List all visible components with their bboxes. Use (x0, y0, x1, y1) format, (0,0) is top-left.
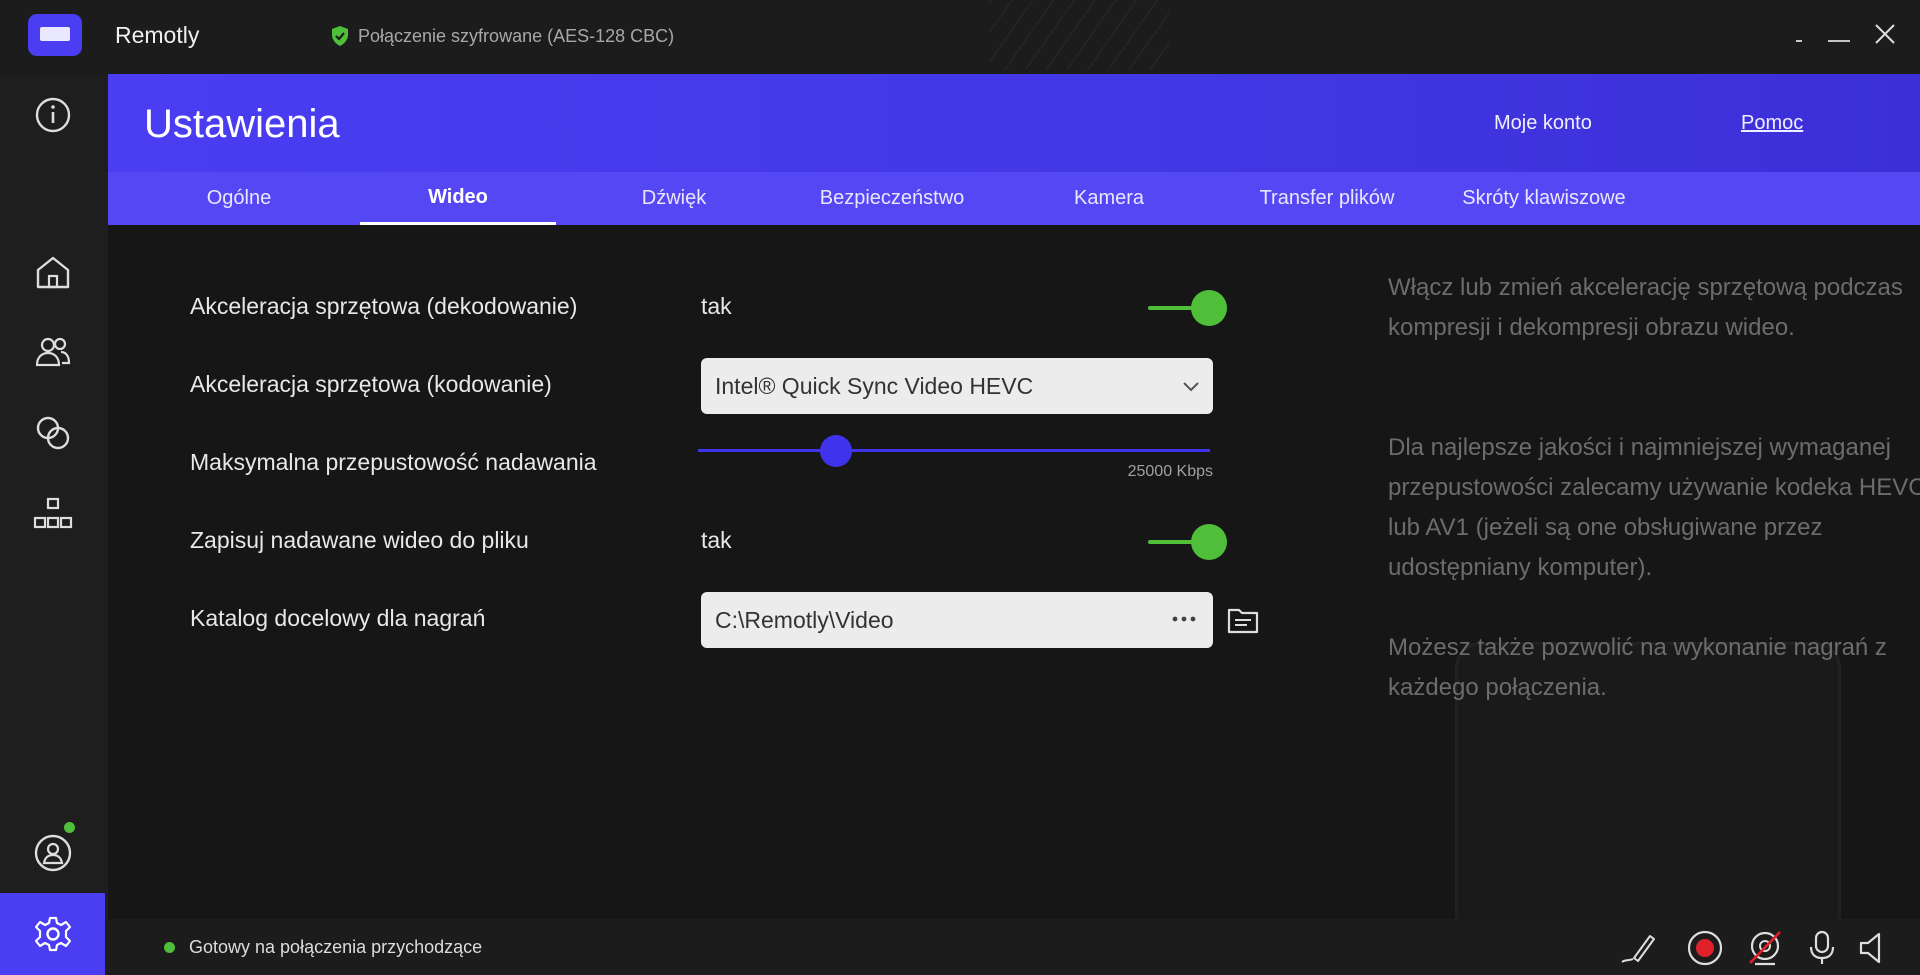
record-to-file-value: tak (701, 527, 732, 553)
help-paragraph-3: Możesz także pozwolić na wykonanie nagra… (1388, 634, 1887, 701)
tab-camera[interactable]: Kamera (1011, 172, 1207, 225)
slider-handle[interactable] (820, 435, 852, 467)
my-account-link[interactable]: Moje konto (1494, 112, 1592, 135)
max-bandwidth-value: 25000 Kbps (1127, 463, 1213, 480)
hw-encode-select[interactable]: Intel® Quick Sync Video HEVC (701, 358, 1213, 414)
minimize-button[interactable] (1780, 14, 1820, 54)
toggle-knob (1191, 290, 1227, 326)
encryption-label: Połączenie szyfrowane (AES-128 CBC) (358, 25, 675, 46)
tab-shortcuts[interactable]: Skróty klawiszowe (1446, 172, 1642, 225)
record-to-file-label: Zapisuj nadawane wideo do pliku (190, 527, 529, 553)
max-bandwidth-label: Maksymalna przepustowość nadawania (190, 449, 597, 475)
tab-file-transfer[interactable]: Transfer plików (1229, 172, 1425, 225)
overlap-circles-icon (36, 416, 69, 450)
nav-groups[interactable] (0, 472, 105, 554)
status-text: Gotowy na połączenia przychodzące (189, 937, 483, 957)
hw-encode-label: Akceleracja sprzętowa (kodowanie) (190, 371, 552, 397)
help-paragraph-2: Dla najlepsze jakości i najmniejszej wym… (1388, 434, 1920, 581)
shield-check-icon (332, 26, 348, 46)
titlebar-decoration (990, 0, 1170, 70)
target-dir-field[interactable]: C:\Remotly\Video (701, 592, 1213, 648)
home-icon (36, 256, 69, 289)
camera-off-icon[interactable] (1745, 928, 1785, 968)
online-status-dot (64, 822, 75, 833)
tab-audio[interactable]: Dźwięk (576, 172, 772, 225)
tab-security[interactable]: Bezpieczeństwo (794, 172, 990, 225)
hw-decode-label: Akceleracja sprzętowa (dekodowanie) (190, 293, 578, 319)
video-settings-panel: Akceleracja sprzętowa (dekodowanie) tak … (108, 225, 1920, 919)
status-bar: Gotowy na połączenia przychodzące (108, 919, 1920, 975)
ready-status-dot (164, 942, 175, 953)
tab-general[interactable]: Ogólne (141, 172, 337, 225)
title-bar: Remotly Połączenie szyfrowane (AES-128 C… (0, 0, 1920, 74)
speaker-icon[interactable] (1855, 928, 1895, 968)
slider-track (698, 449, 1210, 452)
record-to-file-toggle[interactable] (1148, 522, 1228, 562)
tab-video[interactable]: Wideo (360, 172, 556, 225)
hierarchy-icon (33, 497, 72, 529)
hw-encode-selected: Intel® Quick Sync Video HEVC (715, 372, 1034, 399)
page-title: Ustawienia (144, 102, 340, 146)
help-link[interactable]: Pomoc (1741, 112, 1803, 135)
toggle-knob (1191, 524, 1227, 560)
maximize-icon (1828, 40, 1850, 42)
app-logo-icon (28, 14, 82, 56)
microphone-icon[interactable] (1802, 928, 1842, 968)
close-icon (1875, 24, 1895, 44)
hw-decode-toggle[interactable] (1148, 288, 1228, 328)
help-paragraph-1: Włącz lub zmień akcelerację sprzętową po… (1388, 274, 1903, 341)
settings-tabs: Ogólne Wideo Dźwięk Bezpieczeństwo Kamer… (108, 172, 1920, 225)
nav-info[interactable] (0, 74, 105, 156)
target-dir-label: Katalog docelowy dla nagrań (190, 605, 486, 631)
settings-header: Ustawienia Moje konto Pomoc (108, 74, 1920, 172)
gear-icon (34, 916, 71, 952)
target-dir-value: C:\Remotly\Video (715, 606, 894, 633)
minimize-icon (1796, 40, 1802, 42)
nav-contacts[interactable] (0, 311, 105, 393)
info-icon (35, 97, 70, 133)
pen-icon[interactable] (1620, 928, 1660, 968)
nav-sessions[interactable] (0, 392, 105, 474)
side-navigation (0, 74, 108, 975)
encryption-status: Połączenie szyfrowane (AES-128 CBC) (330, 25, 674, 47)
app-title: Remotly (115, 22, 200, 48)
hw-decode-value: tak (701, 293, 732, 319)
chevron-down-icon (1183, 382, 1199, 392)
folder-browse-icon[interactable] (1225, 602, 1261, 638)
more-dots-icon[interactable] (1171, 614, 1197, 624)
close-button[interactable] (1865, 14, 1905, 54)
nav-home[interactable] (0, 231, 105, 313)
record-icon[interactable] (1685, 928, 1725, 968)
users-icon (35, 337, 70, 367)
nav-settings[interactable] (0, 893, 105, 975)
maximize-button[interactable] (1819, 14, 1859, 54)
nav-profile[interactable] (0, 812, 105, 894)
user-circle-icon (34, 834, 71, 872)
